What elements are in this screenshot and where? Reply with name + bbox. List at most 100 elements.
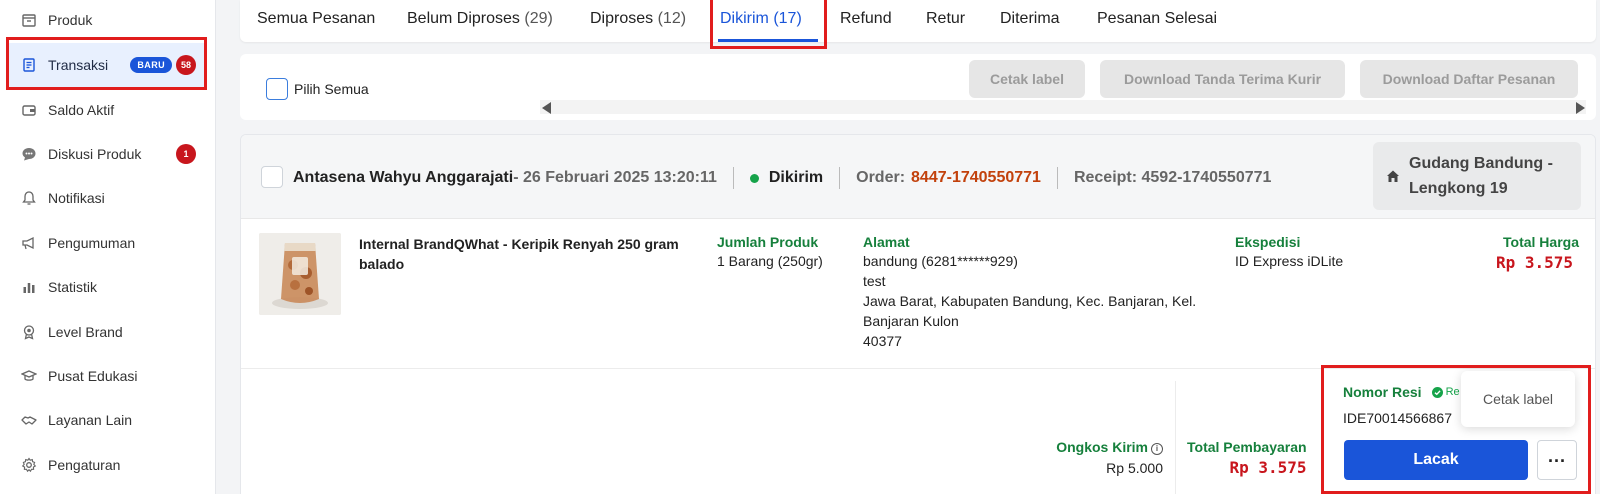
- download-courier-receipt-button[interactable]: Download Tanda Terima Kurir: [1100, 60, 1345, 98]
- handshake-icon: [20, 411, 38, 429]
- track-button[interactable]: Lacak: [1344, 440, 1528, 480]
- tab-retur[interactable]: Retur: [926, 10, 965, 28]
- sidebar-item-label: Saldo Aktif: [48, 102, 115, 118]
- tab-dikirim[interactable]: Dikirim (17): [720, 10, 802, 28]
- sidebar-item-label: Level Brand: [48, 324, 123, 340]
- box-icon: [20, 11, 38, 29]
- receipt-icon: [20, 56, 38, 74]
- shipping-cost-label: Ongkos Kirim: [1056, 439, 1148, 455]
- order-select-checkbox[interactable]: [261, 166, 283, 188]
- bell-icon: [20, 189, 38, 207]
- total-price-label: Total Harga: [1503, 234, 1579, 250]
- receipt-number: Receipt: 4592-1740550771: [1073, 169, 1272, 186]
- order-number-label: Order:: [856, 169, 906, 186]
- active-tab-indicator: [718, 39, 818, 42]
- info-icon[interactable]: i: [1151, 443, 1163, 455]
- horizontal-scrollbar[interactable]: [540, 100, 1586, 114]
- order-date: - 26 Februari 2025 13:20:11: [513, 169, 717, 186]
- sidebar: Produk Transaksi BARU 58 Saldo Aktif Dis…: [0, 0, 216, 494]
- warehouse-badge: Gudang Bandung - Lengkong 19: [1373, 142, 1581, 210]
- address-line: Jawa Barat, Kabupaten Bandung, Kec. Banj…: [863, 293, 1197, 309]
- warehouse-name-line1: Gudang Bandung -: [1409, 155, 1553, 172]
- tracking-status: Re: [1431, 386, 1460, 398]
- order-card: Antasena Wahyu Anggarajati - 26 Februari…: [240, 134, 1596, 494]
- quantity-label: Jumlah Produk: [717, 234, 819, 250]
- select-all[interactable]: Pilih Semua: [260, 78, 369, 100]
- sidebar-item-diskusi-produk[interactable]: Diskusi Produk 1: [6, 132, 206, 176]
- graduation-cap-icon: [20, 367, 38, 385]
- tracking-number-block: Nomor Resi Re IDE70014566867: [1343, 384, 1460, 428]
- gear-icon: [20, 456, 38, 474]
- tab-semua-pesanan[interactable]: Semua Pesanan: [257, 10, 375, 28]
- tab-diproses[interactable]: Diproses (12): [590, 10, 686, 28]
- wallet-icon: [20, 101, 38, 119]
- order-number[interactable]: 8447-1740550771: [911, 169, 1041, 187]
- total-payment-label: Total Pembayaran: [1187, 439, 1307, 455]
- tracking-status-text: Re: [1445, 386, 1460, 398]
- address-line: bandung (6281******929): [863, 253, 1018, 269]
- download-order-list-button[interactable]: Download Daftar Pesanan: [1360, 60, 1578, 98]
- sidebar-item-label: Notifikasi: [48, 190, 105, 206]
- address-line: Banjaran Kulon: [863, 313, 959, 329]
- sidebar-item-pengumuman[interactable]: Pengumuman: [6, 221, 206, 265]
- more-options-icon: ...: [1547, 445, 1566, 466]
- address-line: 40377: [863, 333, 902, 349]
- sidebar-item-layanan-lain[interactable]: Layanan Lain: [6, 398, 206, 442]
- quantity-column: Jumlah Produk 1 Barang (250gr): [717, 234, 823, 271]
- order-header: Antasena Wahyu Anggarajati - 26 Februari…: [241, 135, 1595, 219]
- scroll-right-arrow-icon[interactable]: [1576, 102, 1585, 114]
- tab-diterima[interactable]: Diterima: [1000, 10, 1060, 28]
- bulk-action-bar: Pilih Semua Cetak label Download Tanda T…: [240, 54, 1596, 120]
- sidebar-item-notifikasi[interactable]: Notifikasi: [6, 176, 206, 220]
- divider: [241, 368, 1595, 369]
- sidebar-item-label: Diskusi Produk: [48, 146, 142, 162]
- sidebar-item-pengaturan[interactable]: Pengaturan: [6, 443, 206, 487]
- total-price-value: Rp 3.575: [1495, 253, 1573, 272]
- tab-belum-diproses[interactable]: Belum Diproses (29): [407, 10, 553, 28]
- menu-item-print-label[interactable]: Cetak label: [1483, 391, 1553, 407]
- sidebar-item-label: Transaksi: [48, 57, 109, 73]
- product-image: [259, 233, 341, 315]
- total-payment-value: Rp 3.575: [1229, 458, 1307, 477]
- print-label-button[interactable]: Cetak label: [969, 60, 1085, 98]
- total-price-column: Total Harga Rp 3.575: [1421, 234, 1579, 272]
- courier-value: ID Express iDLite: [1235, 253, 1344, 269]
- sidebar-item-label: Pusat Edukasi: [48, 368, 138, 384]
- separator: [839, 167, 841, 189]
- notification-count-badge: 1: [176, 144, 196, 164]
- more-options-button[interactable]: ...: [1537, 440, 1577, 480]
- chat-icon: [20, 145, 38, 163]
- quantity-value: 1 Barang (250gr): [717, 253, 823, 269]
- product-name[interactable]: Internal BrandQWhat - Keripik Renyah 250…: [359, 234, 679, 274]
- sidebar-item-label: Pengumuman: [48, 235, 136, 251]
- tab-refund[interactable]: Refund: [840, 10, 892, 28]
- divider: [1175, 381, 1176, 494]
- sidebar-item-produk[interactable]: Produk: [6, 0, 206, 42]
- medal-icon: [20, 323, 38, 341]
- megaphone-icon: [20, 234, 38, 252]
- order-status: Dikirim: [768, 169, 824, 186]
- sidebar-item-level-brand[interactable]: Level Brand: [6, 310, 206, 354]
- sidebar-item-transaksi[interactable]: Transaksi BARU 58: [6, 43, 206, 87]
- separator: [732, 167, 734, 189]
- sidebar-item-label: Statistik: [48, 279, 98, 295]
- scroll-left-arrow-icon[interactable]: [542, 102, 551, 114]
- shipping-cost: Ongkos Kirim i Rp 5.000: [1001, 439, 1163, 478]
- courier-label: Ekspedisi: [1235, 234, 1301, 250]
- bar-chart-icon: [20, 278, 38, 296]
- sidebar-item-saldo-aktif[interactable]: Saldo Aktif: [6, 88, 206, 132]
- address-line: test: [863, 273, 886, 289]
- sidebar-item-statistik[interactable]: Statistik: [6, 265, 206, 309]
- courier-column: Ekspedisi ID Express iDLite: [1235, 234, 1343, 271]
- sidebar-item-pusat-edukasi[interactable]: Pusat Edukasi: [6, 354, 206, 398]
- select-all-checkbox[interactable]: [266, 78, 288, 100]
- sidebar-item-label: Produk: [48, 12, 93, 28]
- separator: [1056, 167, 1058, 189]
- select-all-label: Pilih Semua: [294, 81, 369, 97]
- tracking-number-label: Nomor Resi: [1343, 384, 1422, 400]
- new-badge: BARU: [130, 57, 172, 73]
- tab-pesanan-selesai[interactable]: Pesanan Selesai: [1097, 10, 1217, 28]
- warehouse-name-line2: Lengkong 19: [1409, 180, 1508, 197]
- notification-count-badge: 58: [176, 55, 196, 75]
- order-status-tabs: Semua Pesanan Belum Diproses (29) Dipros…: [240, 0, 1596, 42]
